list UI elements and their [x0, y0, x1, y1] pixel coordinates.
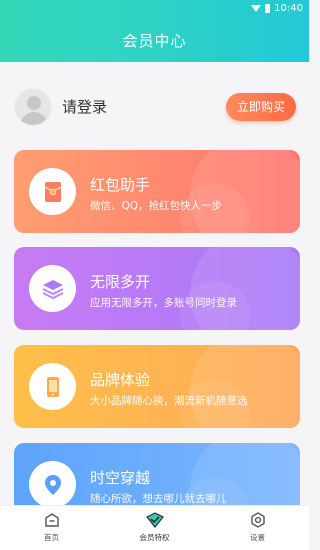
avatar[interactable] [14, 88, 52, 126]
card-subtitle: 大小品牌随心换，潮流新机随意选 [90, 395, 248, 407]
login-link[interactable]: 请登录 [62, 96, 107, 117]
tab-settings[interactable]: 设置 [206, 506, 309, 550]
battery-icon [265, 3, 271, 13]
card-time-travel[interactable]: 时空穿越 随心所欲，想去哪儿就去哪儿 [14, 443, 300, 513]
tab-label: 会员特权 [139, 533, 170, 542]
tab-label: 首页 [44, 533, 59, 542]
card-subtitle: 应用无限多开，多账号同时登录 [90, 297, 237, 309]
status-bar: 10:40 [0, 0, 309, 16]
red-envelope-icon: ¥ [29, 168, 76, 215]
avatar-head-shape [27, 96, 41, 110]
card-brand-experience[interactable]: 品牌体验 大小品牌随心换，潮流新机随意选 [14, 345, 300, 428]
card-title: 品牌体验 [90, 371, 151, 389]
svg-text:¥: ¥ [51, 190, 54, 196]
tab-home[interactable]: 首页 [0, 506, 103, 550]
status-time: 10:40 [274, 2, 303, 14]
tab-bar: 首页 会员特权 设置 [0, 505, 309, 550]
location-pin-icon [29, 461, 76, 508]
user-row: 请登录 立即购买 [0, 74, 309, 138]
home-icon [44, 513, 59, 527]
header: 10:40 会员中心 [0, 0, 309, 62]
tab-label: 设置 [250, 533, 265, 542]
card-multi-open[interactable]: 无限多开 应用无限多开，多账号同时登录 [14, 247, 300, 330]
layers-icon [29, 265, 76, 312]
card-title: 无限多开 [90, 273, 151, 291]
tab-vip[interactable]: 会员特权 [103, 506, 206, 550]
card-title: 时空穿越 [90, 469, 151, 487]
avatar-body-shape [20, 112, 48, 125]
card-subtitle: 随心所欲，想去哪儿就去哪儿 [90, 493, 227, 505]
wifi-icon [251, 4, 262, 12]
page-title: 会员中心 [122, 32, 187, 50]
phone-icon [29, 363, 76, 410]
settings-icon [250, 512, 265, 528]
buy-now-button[interactable]: 立即购买 [226, 93, 296, 121]
card-subtitle: 微信、QQ，抢红包快人一步 [90, 200, 223, 212]
card-title: 红包助手 [90, 176, 151, 194]
card-red-envelope[interactable]: ¥ 红包助手 微信、QQ，抢红包快人一步 [14, 150, 300, 233]
vip-shield-icon [145, 512, 164, 528]
